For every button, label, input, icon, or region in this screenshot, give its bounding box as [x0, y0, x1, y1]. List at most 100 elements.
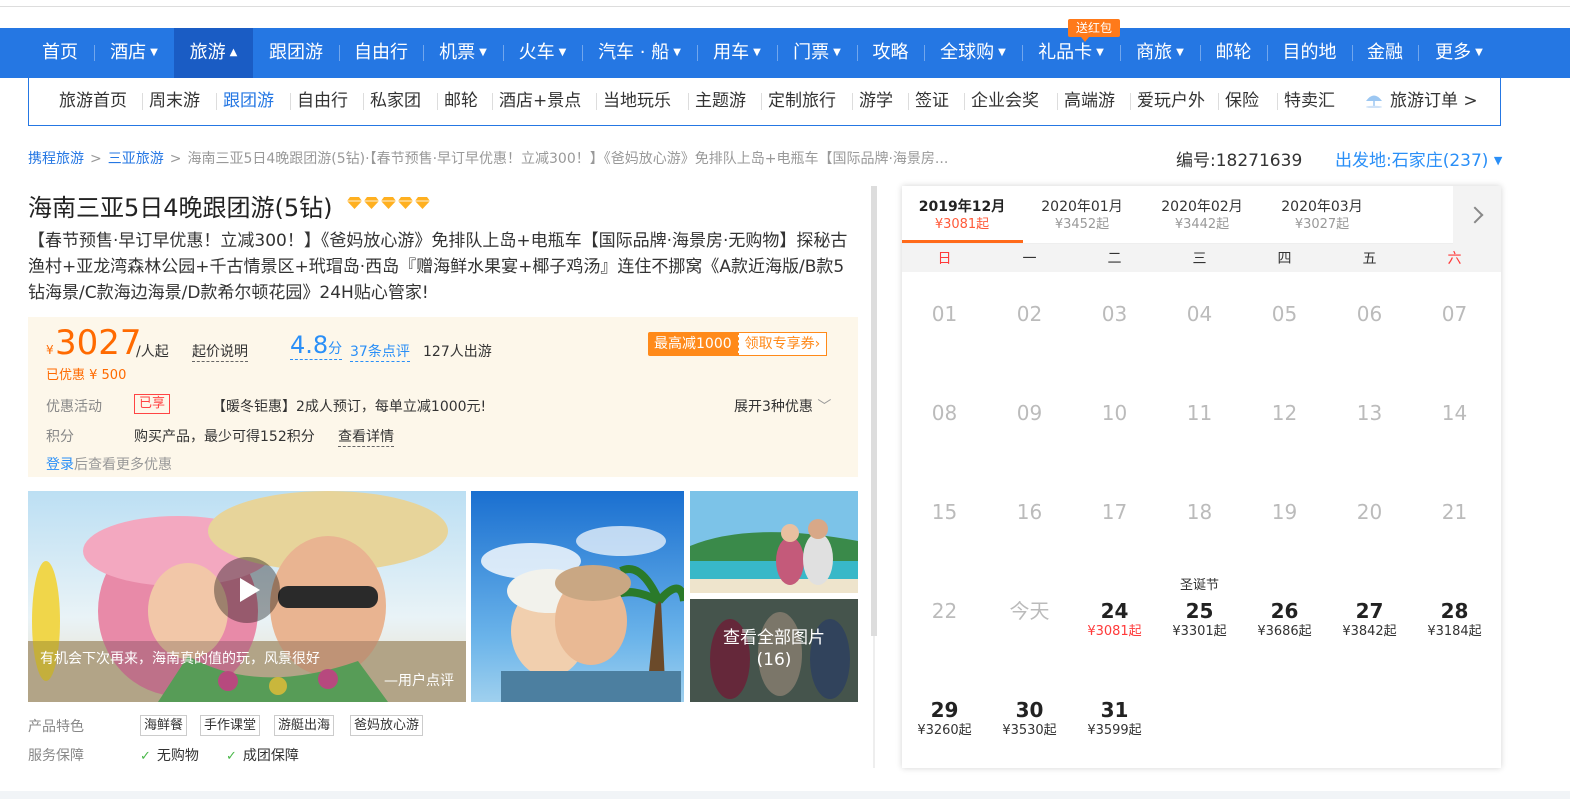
gallery-photo-3[interactable]	[690, 491, 858, 593]
view-all-photos-button[interactable]: 查看全部图片 (16)	[690, 599, 858, 702]
calendar-day-number: 19	[1271, 500, 1298, 524]
sub-nav-item[interactable]: 自由行	[297, 78, 348, 125]
gallery-photo-2[interactable]	[471, 491, 684, 702]
breadcrumb-link-sanya[interactable]: 三亚旅游	[108, 151, 164, 167]
calendar-day: 01	[902, 302, 987, 326]
main-nav-item[interactable]: 商旅 ▼	[1120, 28, 1200, 78]
travelers-count: 127人出游	[423, 344, 492, 360]
main-nav-item[interactable]: 更多 ▼	[1418, 28, 1500, 78]
sub-nav-separator	[492, 93, 493, 110]
main-nav-separator	[1200, 45, 1201, 61]
month-tab[interactable]: 2020年01月 ¥3452起	[1022, 198, 1142, 234]
main-nav-item[interactable]: 机票 ▼	[423, 28, 503, 78]
main-nav-item[interactable]: 攻略	[857, 28, 924, 78]
coupon-button[interactable]: 最高减1000 领取专享券›	[648, 332, 828, 356]
sub-nav-separator	[1057, 93, 1058, 110]
main-nav-item[interactable]: 用车 ▼	[697, 28, 777, 78]
main-nav-separator	[697, 45, 698, 61]
calendar-day: 13	[1327, 401, 1412, 425]
sub-nav-item[interactable]: 邮轮	[444, 78, 478, 125]
calendar-day-price: ¥3599起	[1087, 723, 1142, 738]
sub-nav-item[interactable]: 爱玩户外	[1137, 78, 1205, 125]
expand-promos-button[interactable]: 展开3种优惠 ﹀	[734, 396, 831, 416]
calendar-day-price: ¥3842起	[1342, 624, 1397, 639]
main-nav-item[interactable]: 首页	[28, 28, 92, 78]
travel-order-link[interactable]: 旅游订单 >	[1364, 78, 1478, 125]
main-nav-item[interactable]: 目的地	[1267, 28, 1352, 78]
sub-nav-item[interactable]: 周末游	[149, 78, 200, 125]
active-month-indicator	[902, 240, 1023, 243]
calendar-day-number: 20	[1356, 500, 1383, 524]
calendar-day-number: 09	[1016, 401, 1043, 425]
calendar-day[interactable]: 27 ¥3842起	[1327, 599, 1412, 641]
main-nav-item[interactable]: 邮轮	[1200, 28, 1267, 78]
main-nav-item[interactable]: 旅游 ▲	[174, 28, 253, 78]
rating-score[interactable]: 4.8分	[290, 331, 343, 360]
breadcrumb-link-ctrip-travel[interactable]: 携程旅游	[28, 151, 84, 167]
sub-nav-item[interactable]: 跟团游	[223, 78, 274, 125]
calendar-day[interactable]: 26 ¥3686起	[1242, 599, 1327, 641]
sub-nav-item[interactable]: 企业会奖	[971, 78, 1039, 125]
sub-nav-item[interactable]: 签证	[915, 78, 949, 125]
main-nav-item[interactable]: 门票 ▼	[777, 28, 857, 78]
product-title: 海南三亚5日4晚跟团游(5钻)	[28, 194, 333, 222]
calendar-day: 12	[1242, 401, 1327, 425]
sub-nav-item[interactable]: 旅游首页	[59, 78, 127, 125]
sub-nav-item[interactable]: 主题游	[695, 78, 746, 125]
login-hint-text: 后查看更多优惠	[74, 457, 172, 473]
main-nav-item[interactable]: 汽车 · 船 ▼	[582, 28, 697, 78]
main-nav-item[interactable]: 全球购 ▼	[924, 28, 1022, 78]
guarantee-no-shopping: ✓ 无购物	[140, 745, 199, 765]
main-nav-item[interactable]: 火车 ▼	[503, 28, 582, 78]
hongbao-badge: 送红包	[1068, 19, 1120, 37]
main-nav-separator	[1418, 45, 1419, 61]
main-nav-item[interactable]: 酒店 ▼	[94, 28, 174, 78]
main-nav-item[interactable]: 金融	[1352, 28, 1418, 78]
sub-nav-item[interactable]: 保险	[1225, 78, 1259, 125]
departure-select[interactable]: 出发地:石家庄(237) ▼	[1335, 146, 1502, 171]
discount-applied: 已优惠 ¥ 500	[46, 368, 127, 383]
calendar-day[interactable]: 24 ¥3081起	[1072, 599, 1157, 641]
month-tab[interactable]: 2020年03月 ¥3027起	[1262, 198, 1382, 234]
reviews-link[interactable]: 37条点评	[350, 341, 410, 362]
main-nav-item[interactable]: 自由行	[339, 28, 423, 78]
calendar-day-number: 15	[931, 500, 958, 524]
calendar-day[interactable]: 29 ¥3260起	[902, 698, 987, 740]
sub-nav-item[interactable]: 私家团	[370, 78, 421, 125]
main-nav-item[interactable]: 跟团游	[253, 28, 339, 78]
month-tab-label: 2019年12月	[918, 199, 1006, 215]
calendar-day-number: 22	[931, 599, 958, 623]
sub-nav-item[interactable]: 定制旅行	[768, 78, 836, 125]
points-details-link[interactable]: 查看详情	[338, 426, 394, 447]
calendar-day[interactable]: 31 ¥3599起	[1072, 698, 1157, 740]
sub-nav-item[interactable]: 游学	[859, 78, 893, 125]
sub-nav-separator	[1218, 93, 1219, 110]
sub-nav-item[interactable]: 特卖汇	[1284, 78, 1335, 125]
scrollbar-thumb[interactable]	[871, 186, 877, 636]
calendar-day[interactable]: 28 ¥3184起	[1412, 599, 1497, 641]
calendar-day-number: 30	[1015, 698, 1044, 722]
login-link[interactable]: 登录	[46, 457, 74, 473]
main-video-thumbnail[interactable]: 有机会下次再来，海南真的值的玩，风景很好 —用户点评	[28, 491, 466, 702]
weekday-label: 三	[1192, 251, 1207, 267]
price-explanation-link[interactable]: 起价说明	[192, 341, 248, 362]
month-tab[interactable]: 2019年12月 ¥3081起	[902, 198, 1022, 234]
next-month-button[interactable]	[1453, 186, 1501, 244]
weekday-label: 六	[1447, 251, 1462, 267]
sub-nav-item[interactable]: 高端游	[1064, 78, 1115, 125]
calendar-day[interactable]: 30 ¥3530起	[987, 698, 1072, 740]
check-icon: ✓	[226, 749, 237, 764]
caret-down-icon: ▼	[150, 47, 158, 58]
month-tab-label: 2020年03月	[1281, 199, 1363, 215]
calendar-day: 今天	[987, 599, 1072, 623]
sub-nav-item[interactable]: 当地玩乐	[603, 78, 671, 125]
play-icon[interactable]	[214, 557, 280, 623]
caret-down-icon: ▼	[998, 47, 1006, 58]
sub-nav-item[interactable]: 酒店+景点	[499, 78, 581, 125]
calendar-day-number: 18	[1186, 500, 1213, 524]
calendar-day[interactable]: 圣诞节 25 ¥3301起	[1157, 578, 1242, 641]
breadcrumb: 携程旅游 > 三亚旅游 > 海南三亚5日4晚跟团游(5钻)·【春节预售·早订早优惠！立减…	[28, 148, 948, 168]
promo-label: 优惠活动	[46, 399, 102, 415]
weekday-label: 五	[1362, 251, 1377, 267]
month-tab[interactable]: 2020年02月 ¥3442起	[1142, 198, 1262, 234]
